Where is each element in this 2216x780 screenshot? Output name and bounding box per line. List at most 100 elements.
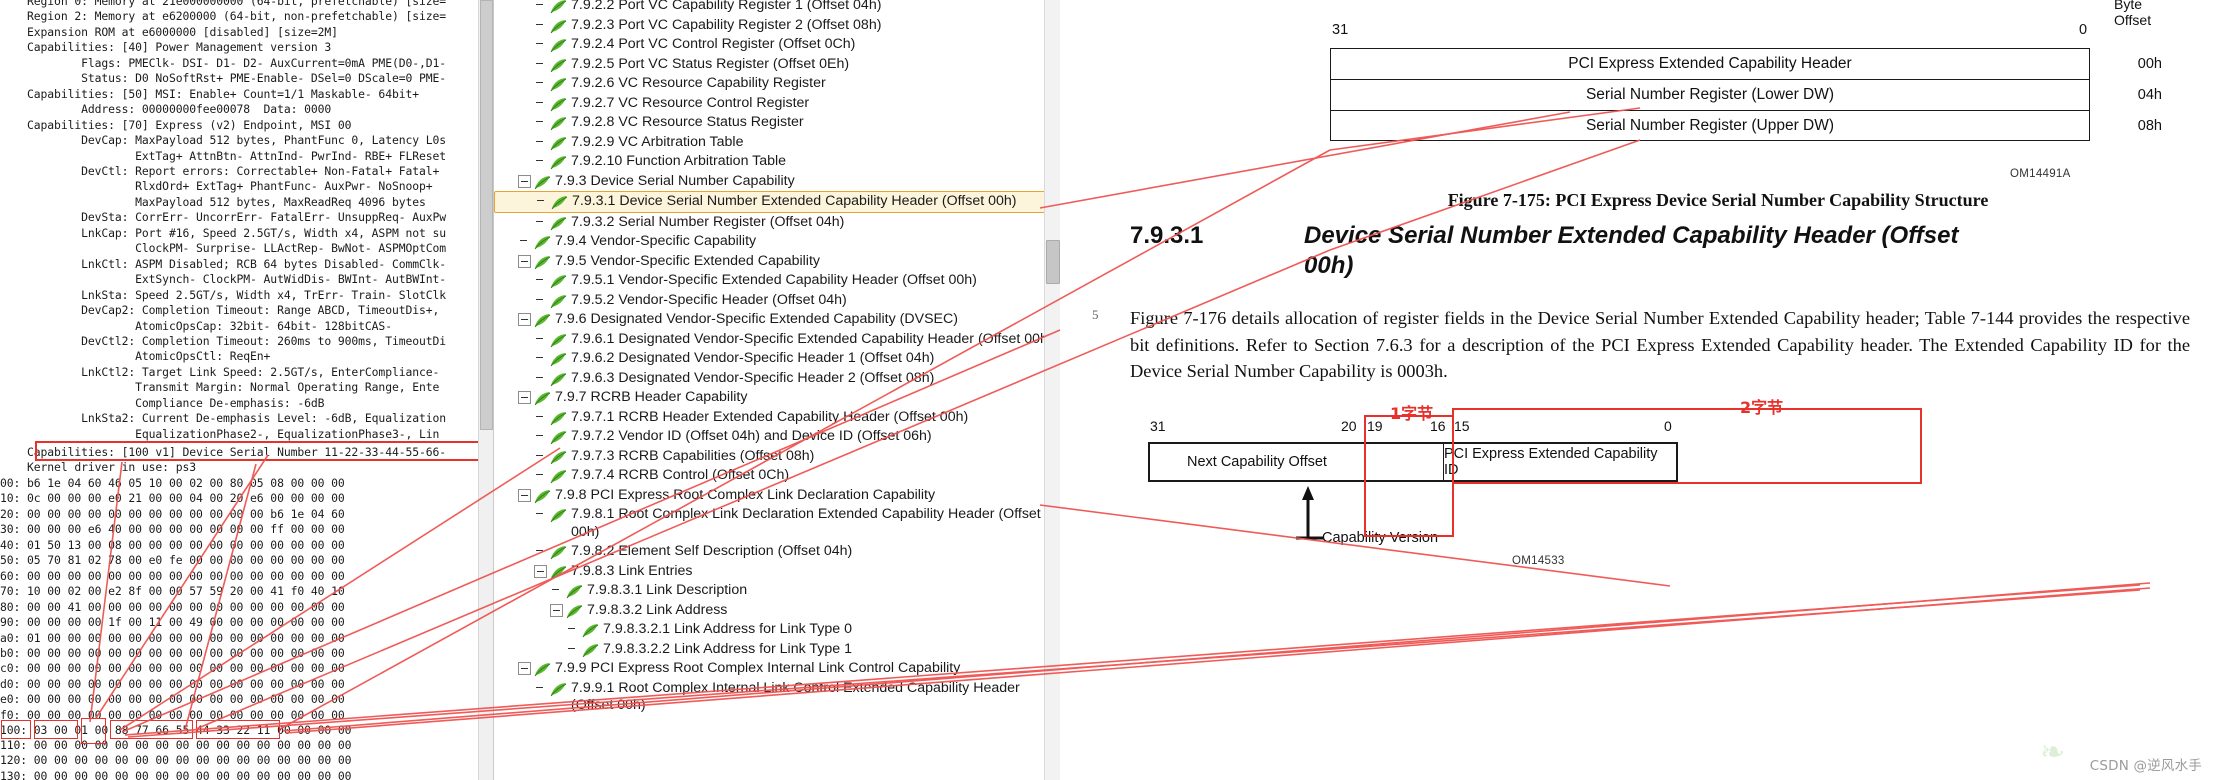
- bookmark-leaf-icon: [550, 294, 567, 309]
- fig176-field-box: Next Capability Offset PCI Express Exten…: [1148, 442, 1678, 482]
- bookmark-leaf-icon: [550, 352, 567, 367]
- hexdump-tail: 110: 00 00 00 00 00 00 00 00 00 00 00 00…: [0, 738, 352, 780]
- terminal-scrollbar[interactable]: [478, 0, 493, 780]
- fig176-bit-19: 19: [1367, 418, 1383, 434]
- csdn-watermark: CSDN @逆风水手: [2089, 758, 2202, 774]
- bookmark-item[interactable]: 7.9.9 PCI Express Root Complex Internal …: [494, 659, 1060, 679]
- bookmark-item[interactable]: 7.9.3.2 Serial Number Register (Offset 0…: [494, 213, 1060, 233]
- bookmark-item[interactable]: 7.9.5 Vendor-Specific Extended Capabilit…: [494, 252, 1060, 272]
- screenshot-root: Region 0: Memory at 21e000000000 (64-bit…: [0, 0, 2216, 780]
- bookmark-item-label: 7.9.8.3 Link Entries: [571, 562, 693, 579]
- bookmark-item[interactable]: 7.9.2.7 VC Resource Control Register: [494, 94, 1060, 114]
- bookmark-item[interactable]: 7.9.2.9 VC Arbitration Table: [494, 133, 1060, 153]
- bookmark-item-label: 7.9.2.8 VC Resource Status Register: [571, 114, 804, 130]
- bookmark-leaf-icon: [550, 216, 567, 231]
- tree-spacer: [534, 58, 547, 71]
- bookmark-item[interactable]: 7.9.2.2 Port VC Capability Register 1 (O…: [494, 0, 1060, 16]
- bookmark-item-selected[interactable]: 7.9.3.1 Device Serial Number Extended Ca…: [494, 191, 1060, 213]
- bookmark-item[interactable]: 7.9.2.8 VC Resource Status Register: [494, 113, 1060, 133]
- bookmark-item[interactable]: 7.9.9.1 Root Complex Internal Link Contr…: [494, 679, 1060, 716]
- byte-offset-line1: Byte: [2114, 0, 2143, 12]
- bookmark-item[interactable]: 7.9.3 Device Serial Number Capability: [494, 172, 1060, 192]
- tree-spacer: [566, 643, 579, 656]
- tree-spacer: [534, 38, 547, 51]
- fig175-row: Serial Number Register (Upper DW) 08h: [1330, 110, 2162, 141]
- expand-collapse-icon[interactable]: [550, 603, 563, 617]
- bookmark-leaf-icon: [550, 682, 567, 697]
- bookmark-leaf-icon: [534, 662, 551, 677]
- bookmark-item[interactable]: 7.9.6.2 Designated Vendor-Specific Heade…: [494, 349, 1060, 369]
- tree-spacer: [534, 430, 547, 443]
- tree-spacer: [534, 333, 547, 346]
- bookmark-leaf-icon: [534, 175, 551, 190]
- expand-collapse-icon[interactable]: [518, 391, 531, 404]
- annotation-two-byte-label: 2字节: [1740, 398, 1784, 417]
- tree-spacer: [550, 584, 563, 597]
- bookmark-list: 7.9.2.2 Port VC Capability Register 1 (O…: [494, 0, 1060, 716]
- terminal-pane[interactable]: Region 0: Memory at 21e000000000 (64-bit…: [0, 0, 494, 780]
- bookmark-scrollbar-thumb[interactable]: [1046, 240, 1060, 284]
- fig175-bit-31: 31: [1332, 22, 1349, 38]
- expand-collapse-icon[interactable]: [518, 313, 531, 326]
- expand-collapse-icon[interactable]: [518, 254, 531, 268]
- bookmark-item[interactable]: 7.9.8.3.2 Link Address: [494, 601, 1060, 621]
- pdf-document-pane[interactable]: 31 0 Byte Offset PCI Express Extended Ca…: [1060, 0, 2216, 780]
- expand-collapse-icon[interactable]: [518, 174, 531, 188]
- bookmark-item[interactable]: 7.9.8.2 Element Self Description (Offset…: [494, 542, 1060, 562]
- bookmark-item-label: 7.9.5 Vendor-Specific Extended Capabilit…: [555, 252, 820, 269]
- bookmark-item-label: 7.9.8.3.2 Link Address: [587, 601, 728, 618]
- tree-spacer: [534, 508, 547, 521]
- bookmark-item-label: 7.9.2.3 Port VC Capability Register 2 (O…: [571, 16, 882, 33]
- bookmark-item[interactable]: 7.9.2.10 Function Arbitration Table: [494, 152, 1060, 172]
- bookmark-leaf-icon: [550, 58, 567, 73]
- bookmark-item-label: 7.9.7.1 RCRB Header Extended Capability …: [571, 408, 969, 425]
- bookmark-item[interactable]: 7.9.2.6 VC Resource Capability Register: [494, 74, 1060, 94]
- fig175-om-id: OM14491A: [2010, 168, 2071, 180]
- fig175-row-label: Serial Number Register (Upper DW): [1585, 116, 1835, 134]
- fig176-bit-20: 20: [1341, 418, 1357, 434]
- bookmark-leaf-icon: [566, 584, 583, 599]
- bookmark-item[interactable]: 7.9.7.4 RCRB Control (Offset 0Ch): [494, 466, 1060, 486]
- fig175-byte-offset-caption: Byte Offset: [2114, 0, 2151, 28]
- bookmark-tree-pane[interactable]: 7.9.2.2 Port VC Capability Register 1 (O…: [494, 0, 1060, 780]
- bookmark-item[interactable]: 7.9.7 RCRB Header Capability: [494, 388, 1060, 408]
- bookmark-item[interactable]: 7.9.8.3.2.1 Link Address for Link Type 0: [494, 620, 1060, 640]
- bookmark-item[interactable]: 7.9.7.3 RCRB Capabilities (Offset 08h): [494, 447, 1060, 467]
- tree-spacer: [534, 545, 547, 558]
- bookmark-item[interactable]: 7.9.8.3.1 Link Description: [494, 581, 1060, 601]
- bookmark-item[interactable]: 7.9.5.2 Vendor-Specific Header (Offset 0…: [494, 291, 1060, 311]
- bookmark-item[interactable]: 7.9.8.3.2.2 Link Address for Link Type 1: [494, 640, 1060, 660]
- bookmark-item[interactable]: 7.9.5.1 Vendor-Specific Extended Capabil…: [494, 271, 1060, 291]
- bookmark-item[interactable]: 7.9.6.3 Designated Vendor-Specific Heade…: [494, 369, 1060, 389]
- tree-spacer: [534, 116, 547, 129]
- fig176-field-next-cap-offset: Next Capability Offset: [1150, 444, 1365, 480]
- bookmark-leaf-icon: [550, 333, 567, 348]
- bookmark-item[interactable]: 7.9.8 PCI Express Root Complex Link Decl…: [494, 486, 1060, 506]
- fig175-row-label: Serial Number Register (Lower DW): [1585, 86, 1835, 103]
- tree-spacer: [534, 294, 547, 307]
- bookmark-item[interactable]: 7.9.2.4 Port VC Control Register (Offset…: [494, 35, 1060, 55]
- bookmark-leaf-icon: [550, 155, 567, 170]
- bookmark-item-label: 7.9.8.1 Root Complex Link Declaration Ex…: [571, 506, 1041, 540]
- bookmark-scrollbar[interactable]: [1044, 0, 1060, 780]
- fig175-row: Serial Number Register (Lower DW) 04h: [1330, 79, 2162, 110]
- section-title: Device Serial Number Extended Capability…: [1304, 222, 1959, 279]
- bookmark-item[interactable]: 7.9.7.2 Vendor ID (Offset 04h) and Devic…: [494, 427, 1060, 447]
- bookmark-item[interactable]: 7.9.6.1 Designated Vendor-Specific Exten…: [494, 330, 1060, 350]
- expand-collapse-icon[interactable]: [518, 488, 531, 502]
- bookmark-leaf-icon: [534, 235, 551, 250]
- bookmark-item[interactable]: 7.9.2.3 Port VC Capability Register 2 (O…: [494, 16, 1060, 36]
- bookmark-item[interactable]: 7.9.4 Vendor-Specific Capability: [494, 232, 1060, 252]
- bookmark-item[interactable]: 7.9.8.3 Link Entries: [494, 562, 1060, 582]
- expand-collapse-icon[interactable]: [534, 564, 547, 578]
- bookmark-leaf-icon: [550, 450, 567, 465]
- bookmark-leaf-icon: [550, 469, 567, 484]
- bookmark-item[interactable]: 7.9.6 Designated Vendor-Specific Extende…: [494, 310, 1060, 330]
- fig175-caption: Figure 7-175: PCI Express Device Serial …: [1447, 190, 1989, 210]
- bookmark-leaf-icon: [550, 97, 567, 112]
- bookmark-item[interactable]: 7.9.7.1 RCRB Header Extended Capability …: [494, 408, 1060, 428]
- terminal-scrollbar-thumb[interactable]: [480, 0, 493, 430]
- expand-collapse-icon[interactable]: [518, 662, 531, 675]
- bookmark-item[interactable]: 7.9.8.1 Root Complex Link Declaration Ex…: [494, 505, 1060, 542]
- bookmark-item[interactable]: 7.9.2.5 Port VC Status Register (Offset …: [494, 55, 1060, 75]
